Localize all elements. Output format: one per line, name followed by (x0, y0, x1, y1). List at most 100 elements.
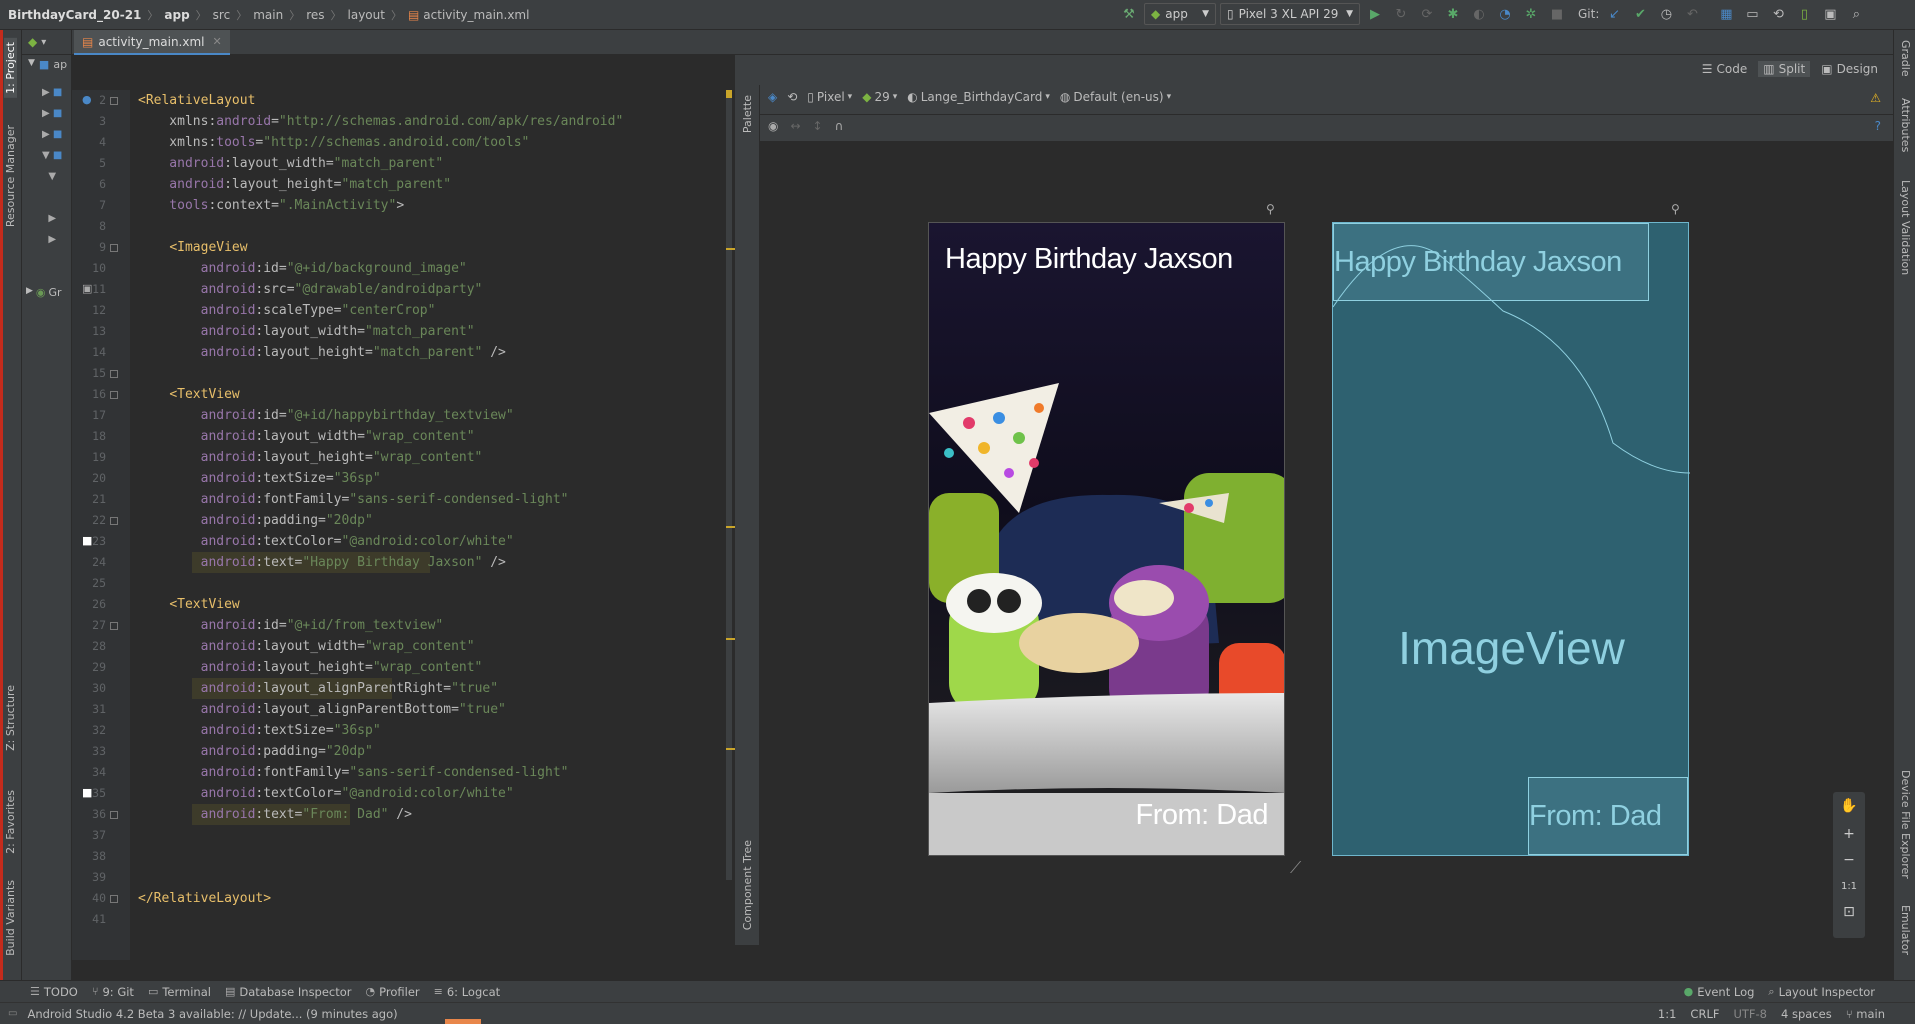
structure-tool-button[interactable]: Z: Structure (4, 685, 17, 751)
code-line[interactable]: android:padding="20dp" (138, 741, 373, 762)
resize-corner-icon[interactable]: ⟋ (1290, 858, 1301, 878)
logcat-tool-button[interactable]: ≡ 6: Logcat (434, 985, 501, 999)
run-icon[interactable]: ▶ (1364, 3, 1386, 25)
code-view-button[interactable]: ☰ Code (1697, 61, 1753, 77)
code-editor[interactable]: <RelativeLayout xmlns:android="http://sc… (130, 90, 730, 960)
code-line[interactable]: android:padding="20dp" (138, 510, 373, 531)
device-file-explorer-tool-button[interactable]: Device File Explorer (1899, 770, 1912, 879)
fold-marker-icon[interactable] (110, 370, 118, 378)
stop-icon[interactable]: ■ (1546, 3, 1568, 25)
split-view-button[interactable]: ▥ Split (1758, 61, 1811, 77)
search-icon[interactable]: ⌕ (1845, 3, 1867, 25)
code-line[interactable]: android:id="@+id/happybirthday_textview" (138, 405, 514, 426)
palette-tool-button[interactable]: Palette (741, 95, 754, 133)
event-log-tool-button[interactable]: ● Event Log (1684, 985, 1755, 999)
git-branch[interactable]: ⑂ main (1846, 1007, 1885, 1021)
class-marker-icon[interactable]: ● (82, 93, 92, 106)
design-view-button[interactable]: ▣ Design (1816, 61, 1883, 77)
layout-inspector-icon[interactable]: ▣ (1819, 3, 1841, 25)
file-encoding[interactable]: UTF-8 (1733, 1007, 1767, 1021)
fold-marker-icon[interactable] (110, 244, 118, 252)
code-line[interactable]: android:scaleType="centerCrop" (138, 300, 436, 321)
todo-tool-button[interactable]: ☰ TODO (30, 985, 78, 999)
debug-icon[interactable]: ✱ (1442, 3, 1464, 25)
fold-marker-icon[interactable] (110, 895, 118, 903)
caret-position[interactable]: 1:1 (1658, 1007, 1677, 1021)
project-tool-button[interactable]: 1: Project (4, 38, 17, 98)
code-line[interactable]: </RelativeLayout> (138, 888, 271, 909)
design-surface-icon[interactable]: ◈ (768, 90, 777, 104)
breadcrumb-module[interactable]: app (164, 8, 189, 22)
breadcrumb-project[interactable]: BirthdayCard_20-21 (8, 8, 141, 22)
project-tree-root[interactable]: ▼ ■ ap (28, 58, 67, 71)
code-line[interactable]: android:textSize="36sp" (138, 720, 381, 741)
code-line[interactable]: android:layout_height="wrap_content" (138, 447, 483, 468)
project-view-dropdown[interactable]: ▾ (41, 37, 46, 48)
apply-changes-icon[interactable]: ↻ (1390, 3, 1412, 25)
code-line[interactable]: android:layout_alignParentRight="true" (138, 678, 498, 699)
code-line[interactable]: android:layout_width="wrap_content" (138, 636, 475, 657)
code-line[interactable]: android:fontFamily="sans-serif-condensed… (138, 489, 569, 510)
breadcrumb-res[interactable]: res (306, 8, 324, 22)
project-structure-icon[interactable]: ▦ (1715, 3, 1737, 25)
tab-activity-main[interactable]: ▤ activity_main.xml ✕ (74, 30, 230, 55)
code-line[interactable]: android:textSize="36sp" (138, 468, 381, 489)
status-message[interactable]: Android Studio 4.2 Beta 3 available: // … (27, 1007, 397, 1021)
zoom-out-icon[interactable]: − (1835, 848, 1863, 872)
status-toggle-icon[interactable]: ▭ (8, 1008, 17, 1019)
git-history-icon[interactable]: ◷ (1655, 3, 1677, 25)
magnet-icon[interactable]: ∩ (835, 119, 844, 133)
breadcrumb-layout[interactable]: layout (348, 8, 385, 22)
attributes-tool-button[interactable]: Attributes (1899, 98, 1912, 152)
emulator-tool-button[interactable]: Emulator (1899, 905, 1912, 955)
code-line[interactable]: android:textColor="@android:color/white" (138, 531, 514, 552)
fold-marker-icon[interactable] (110, 517, 118, 525)
happy-birthday-bounds[interactable]: Happy Birthday Jaxson (1333, 223, 1649, 301)
fold-marker-icon[interactable] (110, 622, 118, 630)
profiler-tool-button[interactable]: ◔ Profiler (366, 985, 420, 999)
project-tree-items[interactable]: ▶ ■ ▶ ■ ▶ ■ ▼ ■ ▼ ▶ ▶ (42, 82, 62, 250)
git-update-icon[interactable]: ↙ (1603, 3, 1625, 25)
git-rollback-icon[interactable]: ↶ (1681, 3, 1703, 25)
code-line[interactable]: tools:context=".MainActivity"> (138, 195, 404, 216)
layout-inspector-tool-button[interactable]: ⌕ Layout Inspector (1768, 985, 1875, 999)
theme-dropdown[interactable]: ◐ Lange_BirthdayCard ▾ (907, 90, 1050, 104)
fold-marker-icon[interactable] (110, 97, 118, 105)
line-separator[interactable]: CRLF (1690, 1007, 1719, 1021)
resource-manager-tool-button[interactable]: Resource Manager (4, 125, 17, 227)
apply-code-changes-icon[interactable]: ⟳ (1416, 3, 1438, 25)
help-icon[interactable]: ? (1875, 119, 1881, 133)
api-level-dropdown[interactable]: ◆ 29 ▾ (862, 90, 897, 104)
indent-setting[interactable]: 4 spaces (1781, 1007, 1832, 1021)
gradle-scripts-item[interactable]: ▶ ◉ Gr (26, 286, 62, 299)
code-line[interactable]: xmlns:tools="http://schemas.android.com/… (138, 132, 529, 153)
color-swatch-icon[interactable]: ■ (82, 534, 92, 547)
code-line[interactable]: android:layout_alignParentBottom="true" (138, 699, 506, 720)
profile-icon[interactable]: ◔ (1494, 3, 1516, 25)
attach-debugger-icon[interactable]: ✲ (1520, 3, 1542, 25)
code-line[interactable]: android:layout_height="match_parent" /> (138, 342, 506, 363)
code-line[interactable]: android:textColor="@android:color/white" (138, 783, 514, 804)
gradle-sync-icon[interactable]: ⟲ (1767, 3, 1789, 25)
close-icon[interactable]: ✕ (213, 35, 222, 48)
device-dropdown[interactable]: ▯ Pixel 3 XL API 29 ▼ (1220, 3, 1360, 25)
code-line[interactable]: <RelativeLayout (138, 90, 255, 111)
sdk-manager-icon[interactable]: ▭ (1741, 3, 1763, 25)
editor-scrollbar[interactable] (726, 90, 732, 880)
code-line[interactable]: android:src="@drawable/androidparty" (138, 279, 483, 300)
from-bounds[interactable]: From: Dad (1528, 777, 1688, 855)
fold-marker-icon[interactable] (110, 391, 118, 399)
code-line[interactable]: android:layout_width="match_parent" (138, 153, 443, 174)
device-preview-dropdown[interactable]: ▯ Pixel ▾ (807, 90, 852, 104)
code-line[interactable]: android:id="@+id/background_image" (138, 258, 467, 279)
git-tool-button[interactable]: ⑂ 9: Git (92, 985, 134, 999)
coverage-icon[interactable]: ◐ (1468, 3, 1490, 25)
code-line[interactable]: android:layout_height="match_parent" (138, 174, 451, 195)
code-line[interactable]: xmlns:android="http://schemas.android.co… (138, 111, 623, 132)
happy-birthday-text[interactable]: Happy Birthday Jaxson (945, 243, 1233, 276)
zoom-fit-icon[interactable]: ⊡ (1835, 900, 1863, 924)
code-line[interactable]: android:layout_width="match_parent" (138, 321, 475, 342)
run-config-dropdown[interactable]: ◆ app ▼ (1144, 3, 1216, 25)
layout-validation-tool-button[interactable]: Layout Validation (1899, 180, 1912, 275)
code-line[interactable]: android:text="From: Dad" /> (138, 804, 412, 825)
